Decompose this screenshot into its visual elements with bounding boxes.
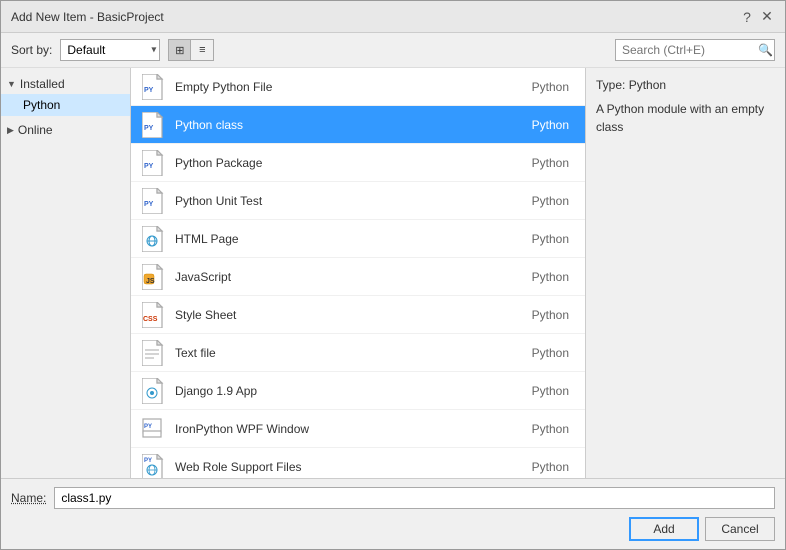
svg-text:PY: PY <box>144 424 152 430</box>
text-file-name: Text file <box>175 346 532 360</box>
close-button[interactable]: ✕ <box>759 9 775 25</box>
svg-text:JS: JS <box>146 278 155 285</box>
python-unit-test-category: Python <box>532 194 569 208</box>
main-body: ▼ Installed Python ▶ Online <box>1 68 785 478</box>
info-type: Type: Python <box>596 78 775 92</box>
python-class-category: Python <box>532 118 569 132</box>
add-button[interactable]: Add <box>629 517 699 541</box>
django-app-category: Python <box>532 384 569 398</box>
style-sheet-category: Python <box>532 308 569 322</box>
svg-text:PY: PY <box>144 458 152 464</box>
svg-text:PY: PY <box>144 163 154 170</box>
javascript-name: JavaScript <box>175 270 532 284</box>
list-view-button[interactable]: ≡ <box>191 40 213 60</box>
installed-label: Installed <box>20 77 65 91</box>
info-panel: Type: Python A Python module with an emp… <box>585 68 785 478</box>
sidebar-item-python[interactable]: Python <box>1 94 130 116</box>
ironpython-icon: PY <box>139 415 167 443</box>
help-button[interactable]: ? <box>739 9 755 25</box>
web-role-icon: PY <box>139 453 167 479</box>
name-label: Name: <box>11 491 46 505</box>
list-item[interactable]: PY IronPython WPF Window Python <box>131 410 585 448</box>
type-label: Type: <box>596 78 625 92</box>
python-package-name: Python Package <box>175 156 532 170</box>
javascript-icon: JS <box>139 263 167 291</box>
bottom-bar: Name: Add Cancel <box>1 478 785 549</box>
html-page-category: Python <box>532 232 569 246</box>
list-item[interactable]: JS JavaScript Python <box>131 258 585 296</box>
svg-text:CSS: CSS <box>143 316 158 323</box>
search-input[interactable] <box>615 39 775 61</box>
svg-text:PY: PY <box>144 125 154 132</box>
online-arrow: ▶ <box>7 125 14 136</box>
search-wrapper: 🔍 <box>615 39 775 61</box>
empty-python-file-name: Empty Python File <box>175 80 532 94</box>
dialog-window: Add New Item - BasicProject ? ✕ Sort by:… <box>0 0 786 550</box>
empty-python-file-category: Python <box>532 80 569 94</box>
svg-text:PY: PY <box>144 201 154 208</box>
style-sheet-name: Style Sheet <box>175 308 532 322</box>
python-class-name: Python class <box>175 118 532 132</box>
html-page-name: HTML Page <box>175 232 532 246</box>
list-item[interactable]: PY Empty Python File Python <box>131 68 585 106</box>
empty-python-file-icon: PY <box>139 73 167 101</box>
python-unit-test-icon: PY <box>139 187 167 215</box>
text-file-icon <box>139 339 167 367</box>
online-label: Online <box>18 123 53 137</box>
list-item[interactable]: Text file Python <box>131 334 585 372</box>
list-item[interactable]: PY Python class Python <box>131 106 585 144</box>
online-section: ▶ Online <box>1 118 130 142</box>
javascript-category: Python <box>532 270 569 284</box>
sort-label: Sort by: <box>11 43 52 57</box>
search-icon[interactable]: 🔍 <box>758 43 773 57</box>
installed-arrow: ▼ <box>7 79 16 89</box>
html-page-icon <box>139 225 167 253</box>
django-app-name: Django 1.9 App <box>175 384 532 398</box>
sidebar: ▼ Installed Python ▶ Online <box>1 68 131 478</box>
title-bar-controls: ? ✕ <box>739 9 775 25</box>
list-item[interactable]: PY Web Role Support Files Python <box>131 448 585 478</box>
list-item[interactable]: PY Python Package Python <box>131 144 585 182</box>
button-row: Add Cancel <box>11 517 775 541</box>
content-area: Sort by: Default Name Type ⊞ ≡ 🔍 <box>1 33 785 549</box>
title-bar: Add New Item - BasicProject ? ✕ <box>1 1 785 33</box>
list-item[interactable]: HTML Page Python <box>131 220 585 258</box>
name-row: Name: <box>11 487 775 509</box>
django-app-icon <box>139 377 167 405</box>
name-input[interactable] <box>54 487 775 509</box>
python-class-icon: PY <box>139 111 167 139</box>
python-package-icon: PY <box>139 149 167 177</box>
web-role-category: Python <box>532 460 569 474</box>
ironpython-category: Python <box>532 422 569 436</box>
style-sheet-icon: CSS <box>139 301 167 329</box>
svg-text:PY: PY <box>144 87 154 94</box>
list-item[interactable]: Django 1.9 App Python <box>131 372 585 410</box>
grid-view-button[interactable]: ⊞ <box>169 40 191 60</box>
installed-section: ▼ Installed Python <box>1 72 130 118</box>
top-bar: Sort by: Default Name Type ⊞ ≡ 🔍 <box>1 33 785 68</box>
item-list: PY Empty Python File Python PY <box>131 68 585 478</box>
cancel-button[interactable]: Cancel <box>705 517 775 541</box>
text-file-category: Python <box>532 346 569 360</box>
type-value: Python <box>629 78 666 92</box>
web-role-name: Web Role Support Files <box>175 460 532 474</box>
list-item[interactable]: CSS Style Sheet Python <box>131 296 585 334</box>
installed-header[interactable]: ▼ Installed <box>1 74 130 94</box>
online-header[interactable]: ▶ Online <box>1 120 130 140</box>
sort-select[interactable]: Default Name Type <box>60 39 160 61</box>
python-package-category: Python <box>532 156 569 170</box>
window-title: Add New Item - BasicProject <box>11 10 164 24</box>
sort-select-wrapper: Default Name Type <box>60 39 160 61</box>
python-unit-test-name: Python Unit Test <box>175 194 532 208</box>
ironpython-name: IronPython WPF Window <box>175 422 532 436</box>
view-toggle: ⊞ ≡ <box>168 39 214 61</box>
list-item[interactable]: PY Python Unit Test Python <box>131 182 585 220</box>
info-description: A Python module with an empty class <box>596 100 775 136</box>
